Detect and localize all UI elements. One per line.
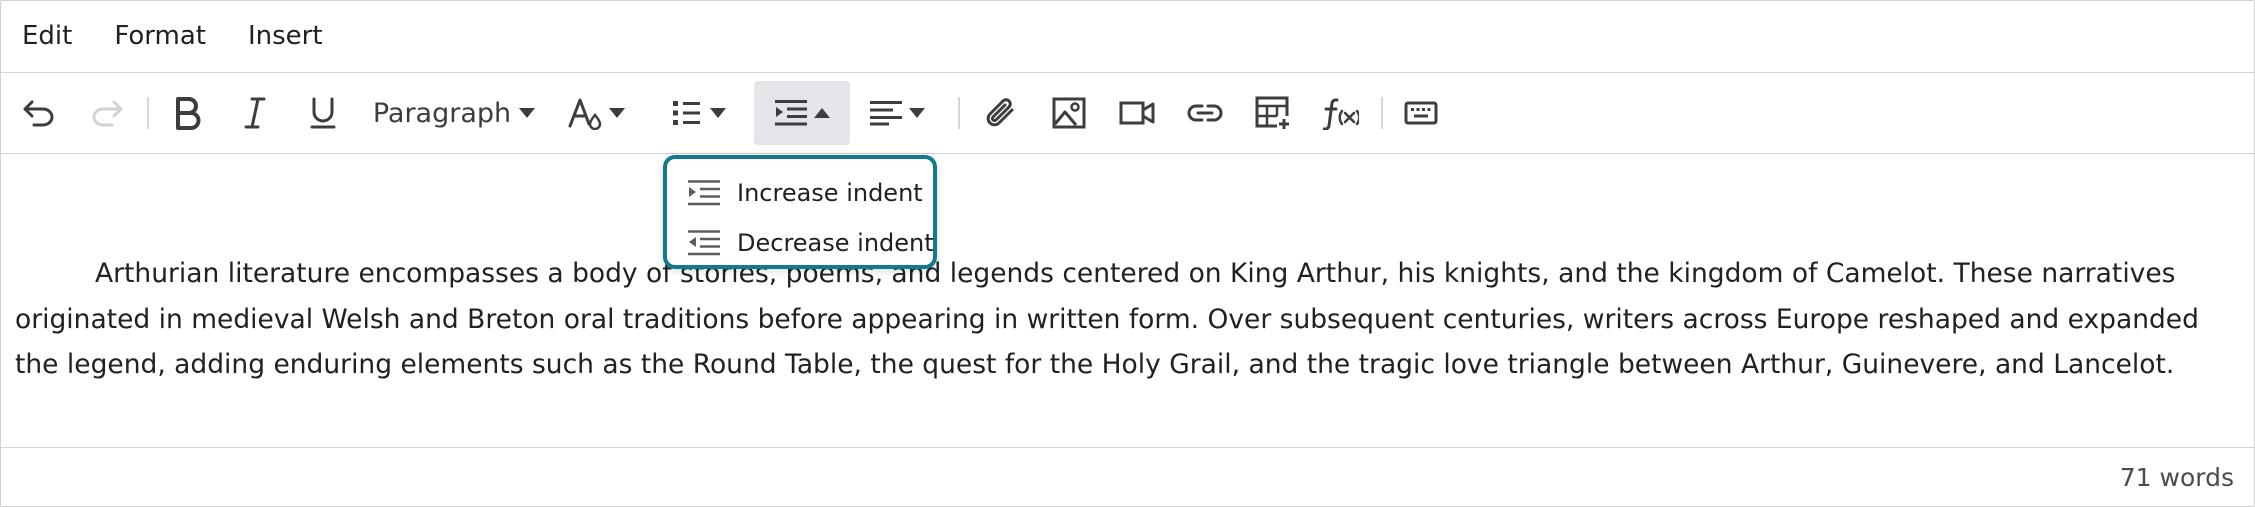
video-icon [1119,101,1155,125]
list-dropdown[interactable] [665,81,733,145]
decrease-indent-menu-item[interactable]: Decrease indent [667,219,934,267]
link-icon [1187,104,1223,122]
image-icon [1052,97,1086,129]
table-button[interactable] [1249,81,1297,145]
align-icon [870,101,902,126]
redo-button[interactable] [83,81,131,145]
undo-icon [23,100,54,127]
italic-icon [244,97,266,129]
indent-dropdown[interactable] [754,81,850,145]
increase-indent-label: Increase indent [737,179,923,207]
chevron-down-icon [519,108,536,118]
increase-indent-icon [688,180,720,206]
bullet-list-icon [673,101,700,125]
toolbar-separator [1381,97,1383,129]
increase-indent-menu-item[interactable]: Increase indent [667,169,933,217]
word-count: 71 words [2119,463,2234,492]
paragraph-format-label: Paragraph [372,97,512,129]
keyboard-icon [1404,101,1438,125]
bold-button[interactable] [163,81,211,145]
indent-icon [775,100,807,126]
toolbar: Paragraph [1,73,2254,154]
indent-menu: Increase indent Decrease indent [663,155,937,269]
toolbar-separator [958,97,960,129]
keyboard-shortcuts-button[interactable] [1397,81,1445,145]
equation-button[interactable] [1317,81,1365,145]
paragraph-format-dropdown[interactable]: Paragraph [369,81,539,145]
chevron-up-icon [814,108,830,118]
video-button[interactable] [1113,81,1161,145]
menu-format[interactable]: Format [93,1,227,72]
html-editor: Edit Format Insert Paragraph Arthurian l… [0,0,2255,507]
chevron-down-icon [609,108,625,118]
chevron-down-icon [909,108,925,118]
text-color-icon [568,98,602,130]
align-dropdown[interactable] [863,81,931,145]
italic-button[interactable] [231,81,279,145]
toolbar-separator [147,97,149,129]
underline-icon [310,97,336,129]
editor-content[interactable]: Arthurian literature encompasses a body … [15,251,2240,388]
table-icon [1255,96,1289,129]
chevron-down-icon [710,108,726,118]
underline-button[interactable] [299,81,347,145]
link-button[interactable] [1181,81,1229,145]
redo-icon [92,100,123,127]
decrease-indent-icon [688,230,720,256]
menu-insert[interactable]: Insert [227,1,344,72]
status-bar: 71 words [1,447,2254,507]
attachment-button[interactable] [977,81,1025,145]
menu-edit[interactable]: Edit [1,1,93,72]
body-paragraph: Arthurian literature encompasses a body … [15,258,2199,380]
image-button[interactable] [1045,81,1093,145]
text-color-dropdown[interactable] [561,81,631,145]
equation-icon [1323,98,1359,130]
bold-icon [176,97,201,130]
attachment-icon [986,98,1014,127]
decrease-indent-label: Decrease indent [737,229,934,257]
undo-button[interactable] [15,81,63,145]
menu-bar: Edit Format Insert [1,1,2254,73]
